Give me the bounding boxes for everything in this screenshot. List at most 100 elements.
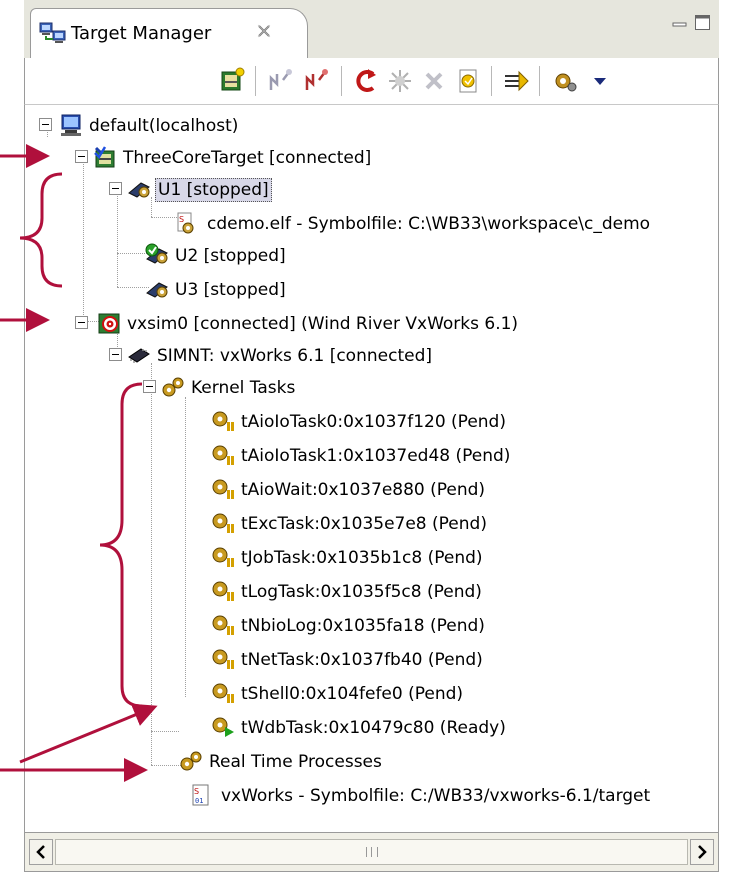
tree-node-real-time-processes[interactable]: Real Time Processes: [179, 749, 699, 775]
tree-node-u1[interactable]: U1 [stopped]: [109, 177, 709, 203]
chevron-down-icon[interactable]: [585, 66, 615, 96]
task-pend-icon: [211, 681, 235, 705]
tree-label: cdemo.elf - Symbolfile: C:\WB33\workspac…: [207, 214, 651, 234]
properties-icon[interactable]: [453, 66, 483, 96]
tree-node-threecoretarget[interactable]: ThreeCoreTarget [connected]: [75, 145, 675, 171]
scroll-left-arrow-icon[interactable]: [29, 839, 53, 865]
svg-text:S: S: [194, 787, 199, 796]
target-manager-view: Target Manager default(localhost) ThreeC…: [24, 0, 719, 872]
core-board-icon: [145, 277, 169, 301]
multicore-target-icon: [93, 145, 117, 169]
target-tree: default(localhost) ThreeCoreTarget [conn…: [24, 104, 719, 832]
os-chip-icon: [127, 343, 151, 367]
task-pend-icon: [211, 511, 235, 535]
simulator-target-icon: [97, 311, 121, 335]
gears-icon: [179, 749, 203, 773]
collapse-toggle[interactable]: [75, 150, 88, 163]
tree-label: tLogTask:0x1035f5c8 (Pend): [241, 582, 482, 602]
task-pend-icon: [211, 647, 235, 671]
minimize-icon[interactable]: [672, 18, 688, 32]
view-tab-bar: Target Manager: [24, 0, 719, 58]
tree-label: default(localhost): [89, 116, 239, 136]
task-pend-icon: [211, 613, 235, 637]
gears-icon: [161, 375, 185, 399]
symbol-file-icon: S: [173, 211, 197, 235]
tree-node-u3[interactable]: U3 [stopped]: [145, 277, 705, 303]
task-item[interactable]: tShell0:0x104fefe0 (Pend): [211, 681, 711, 707]
task-item[interactable]: tAioWait:0x1037e880 (Pend): [211, 477, 711, 503]
tree-label-selected: U1 [stopped]: [155, 178, 272, 202]
disconnect-icon[interactable]: [301, 66, 331, 96]
toolbar-separator: [539, 66, 543, 96]
close-x-icon[interactable]: [255, 22, 273, 40]
tree-label: vxsim0 [connected] (Wind River VxWorks 6…: [127, 314, 519, 334]
tree-label: U2 [stopped]: [175, 246, 286, 266]
tree-label: tExcTask:0x1035e7e8 (Pend): [241, 514, 487, 534]
task-item[interactable]: tWdbTask:0x10479c80 (Ready): [211, 715, 711, 741]
tree-label: SIMNT: vxWorks 6.1 [connected]: [157, 346, 432, 366]
task-item[interactable]: tAioIoTask1:0x1037ed48 (Pend): [211, 443, 711, 469]
horizontal-scrollbar[interactable]: [24, 832, 719, 872]
tree-node-vxsim0[interactable]: vxsim0 [connected] (Wind River VxWorks 6…: [75, 311, 715, 337]
task-item[interactable]: tJobTask:0x1035b1c8 (Pend): [211, 545, 711, 571]
view-toolbar: [24, 58, 719, 104]
tree-label: tWdbTask:0x10479c80 (Ready): [241, 718, 506, 738]
tree-label: tJobTask:0x1035b1c8 (Pend): [241, 548, 483, 568]
tree-label: Real Time Processes: [209, 752, 382, 772]
new-connection-icon[interactable]: [217, 66, 247, 96]
tree-label: vxWorks - Symbolfile: C:/WB33/vxworks-6.…: [221, 786, 651, 806]
view-title: Target Manager: [71, 23, 212, 44]
tree-label: tAioWait:0x1037e880 (Pend): [241, 480, 486, 500]
tree-label: ThreeCoreTarget [connected]: [123, 148, 372, 168]
task-item[interactable]: tExcTask:0x1035e7e8 (Pend): [211, 511, 711, 537]
task-pend-icon: [211, 579, 235, 603]
toolbar-separator: [341, 66, 345, 96]
task-item[interactable]: tNbioLog:0x1035fa18 (Pend): [211, 613, 711, 639]
core-board-icon: [127, 177, 151, 201]
tree-node-u2[interactable]: U2 [stopped]: [145, 243, 705, 269]
task-ready-icon: [211, 715, 235, 739]
remove-icon[interactable]: [419, 66, 449, 96]
collapse-toggle[interactable]: [143, 380, 156, 393]
svg-text:01: 01: [195, 797, 203, 805]
core-board-active-icon: [145, 243, 169, 267]
toolbar-separator: [491, 66, 495, 96]
task-item[interactable]: tLogTask:0x1035f5c8 (Pend): [211, 579, 711, 605]
task-pend-icon: [211, 409, 235, 433]
collapse-toggle[interactable]: [109, 348, 122, 361]
maximize-icon[interactable]: [694, 14, 712, 32]
tree-label: tAioIoTask0:0x1037f120 (Pend): [241, 412, 506, 432]
scroll-right-arrow-icon[interactable]: [690, 839, 714, 865]
tree-node-cdemo-elf[interactable]: S cdemo.elf - Symbolfile: C:\WB33\worksp…: [173, 211, 718, 237]
tree-label: U3 [stopped]: [175, 280, 286, 300]
svg-text:S: S: [179, 215, 184, 224]
tree-node-simnt[interactable]: SIMNT: vxWorks 6.1 [connected]: [109, 343, 709, 369]
tree-label: tNetTask:0x1037fb40 (Pend): [241, 650, 483, 670]
task-item[interactable]: tNetTask:0x1037fb40 (Pend): [211, 647, 711, 673]
task-pend-icon: [211, 545, 235, 569]
task-pend-icon: [211, 443, 235, 467]
collapse-toggle[interactable]: [109, 182, 122, 195]
toolbar-separator: [255, 66, 259, 96]
tree-node-kernel-tasks[interactable]: Kernel Tasks: [143, 375, 703, 401]
scroll-grip-icon: [366, 847, 378, 857]
tree-node-vxworks-symbolfile[interactable]: S 01 vxWorks - Symbolfile: C:/WB33/vxwork…: [189, 783, 718, 809]
scrollbar-thumb[interactable]: [55, 839, 688, 865]
reset-icon[interactable]: [351, 66, 381, 96]
tree-label: Kernel Tasks: [191, 378, 296, 398]
collapse-toggle[interactable]: [75, 316, 88, 329]
collapse-toggle[interactable]: [39, 118, 52, 131]
target-mode-icon[interactable]: [501, 66, 531, 96]
target-manager-icon: [39, 22, 67, 44]
menu-icon[interactable]: [551, 66, 581, 96]
tree-node-localhost[interactable]: default(localhost): [39, 113, 639, 139]
connect-icon[interactable]: [265, 66, 295, 96]
host-computer-icon: [59, 113, 83, 137]
binary-symbol-file-icon: S 01: [189, 783, 213, 807]
task-item[interactable]: tAioIoTask0:0x1037f120 (Pend): [211, 409, 711, 435]
attach-icon[interactable]: [385, 66, 415, 96]
tree-label: tShell0:0x104fefe0 (Pend): [241, 684, 464, 704]
tree-label: tAioIoTask1:0x1037ed48 (Pend): [241, 446, 511, 466]
task-pend-icon: [211, 477, 235, 501]
view-tab-target-manager[interactable]: Target Manager: [30, 8, 308, 58]
